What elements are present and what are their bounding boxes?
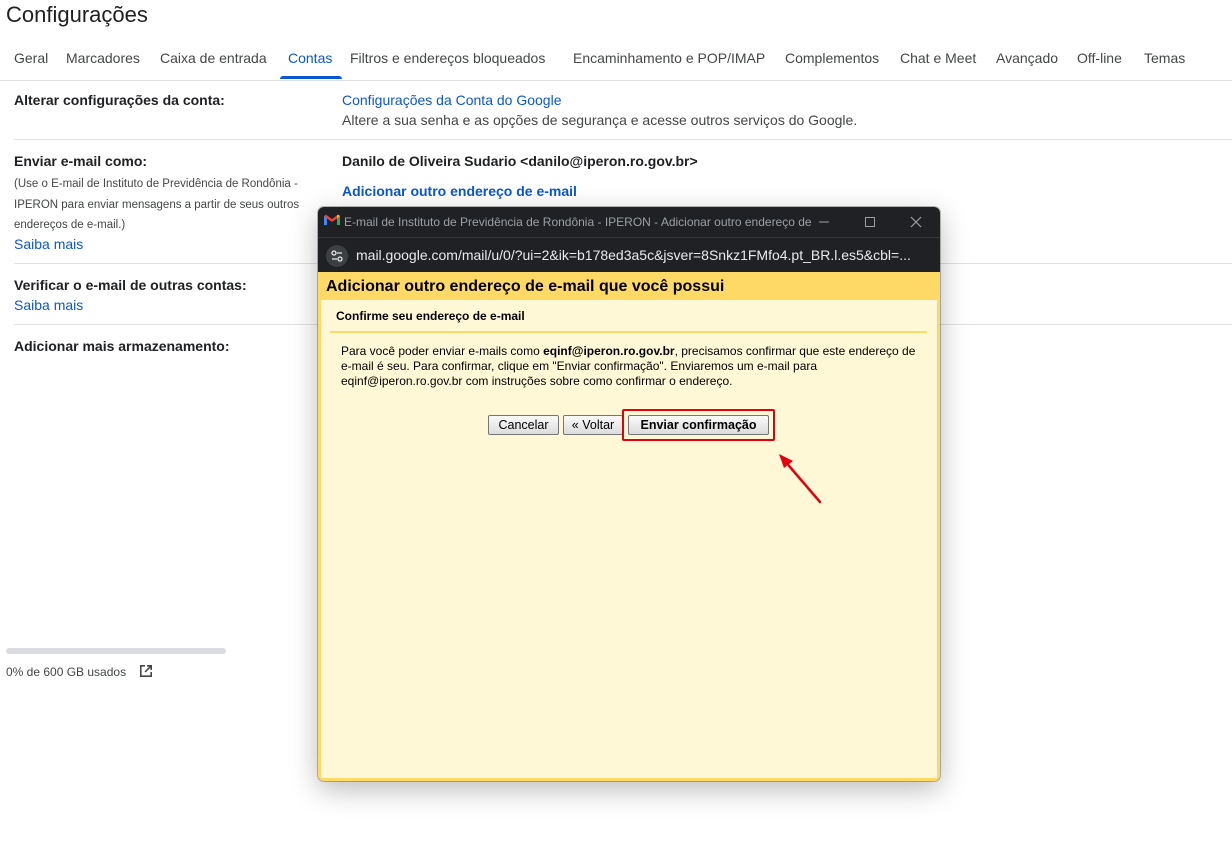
dialog-divider [330, 331, 927, 333]
storage-usage-text: 0% de 600 GB usados [6, 665, 127, 679]
send-as-note: (Use o E-mail de Instituto de Previdênci… [14, 178, 300, 231]
send-as-identity: Danilo de Oliveira Sudario <danilo@ipero… [342, 153, 698, 169]
site-settings-icon[interactable] [326, 245, 348, 267]
external-link-icon[interactable] [138, 663, 154, 679]
tab-avancado[interactable]: Avançado [996, 50, 1058, 66]
settings-tabs: Geral Marcadores Caixa de entrada Contas… [0, 40, 1232, 81]
change-account-label: Alterar configurações da conta: [14, 92, 225, 108]
close-icon[interactable] [896, 211, 936, 233]
tab-temas[interactable]: Temas [1144, 50, 1185, 66]
check-mail-learn-more-link[interactable]: Saiba mais [14, 297, 83, 313]
tab-filtros[interactable]: Filtros e endereços bloqueados [350, 50, 545, 66]
google-account-settings-link[interactable]: Configurações da Conta do Google [342, 92, 561, 108]
check-mail-label: Verificar o e-mail de outras contas: [14, 277, 247, 293]
tab-geral[interactable]: Geral [14, 50, 48, 66]
cancel-button[interactable]: Cancelar [488, 415, 559, 435]
page-title: Configurações [6, 2, 148, 27]
send-as-learn-more-link[interactable]: Saiba mais [14, 236, 83, 252]
back-button[interactable]: « Voltar [563, 415, 623, 435]
popup-address-bar: mail.google.com/mail/u/0/?ui=2&ik=b178ed… [318, 237, 940, 272]
tab-off-line[interactable]: Off-line [1077, 50, 1122, 66]
tab-caixa-de-entrada[interactable]: Caixa de entrada [160, 50, 267, 66]
send-as-label: Enviar e-mail como: [14, 153, 148, 169]
tab-encaminhamento[interactable]: Encaminhamento e POP/IMAP [573, 50, 765, 66]
tab-chat-e-meet[interactable]: Chat e Meet [900, 50, 976, 66]
popup-url[interactable]: mail.google.com/mail/u/0/?ui=2&ik=b178ed… [356, 247, 931, 263]
add-storage-label: Adicionar mais armazenamento: [14, 338, 230, 354]
change-account-description: Altere a sua senha e as opções de segura… [342, 112, 858, 128]
dialog-subheading: Confirme seu endereço de e-mail [336, 309, 525, 323]
send-confirmation-highlight [622, 409, 775, 441]
annotation-arrow-icon [779, 454, 822, 504]
maximize-icon[interactable] [850, 211, 890, 233]
storage-usage-bar [6, 648, 226, 654]
active-tab-indicator [280, 76, 342, 79]
section-divider [14, 139, 1232, 140]
dialog-message: Para você poder enviar e-mails como eqin… [341, 344, 926, 389]
add-address-popup-window: E-mail de Instituto de Previdência de Ro… [318, 207, 940, 781]
dialog-heading: Adicionar outro endereço de e-mail que v… [326, 278, 725, 295]
tab-complementos[interactable]: Complementos [785, 50, 879, 66]
message-email: eqinf@iperon.ro.gov.br [543, 344, 675, 358]
gmail-logo-icon [324, 214, 340, 225]
popup-window-title: E-mail de Instituto de Previdência de Ro… [344, 215, 814, 229]
tab-contas[interactable]: Contas [288, 50, 332, 66]
minimize-icon[interactable] [804, 211, 844, 233]
popup-titlebar: E-mail de Instituto de Previdência de Ro… [318, 207, 940, 237]
message-prefix: Para você poder enviar e-mails como [341, 344, 544, 358]
add-another-address-link[interactable]: Adicionar outro endereço de e-mail [342, 183, 577, 199]
tab-marcadores[interactable]: Marcadores [66, 50, 140, 66]
